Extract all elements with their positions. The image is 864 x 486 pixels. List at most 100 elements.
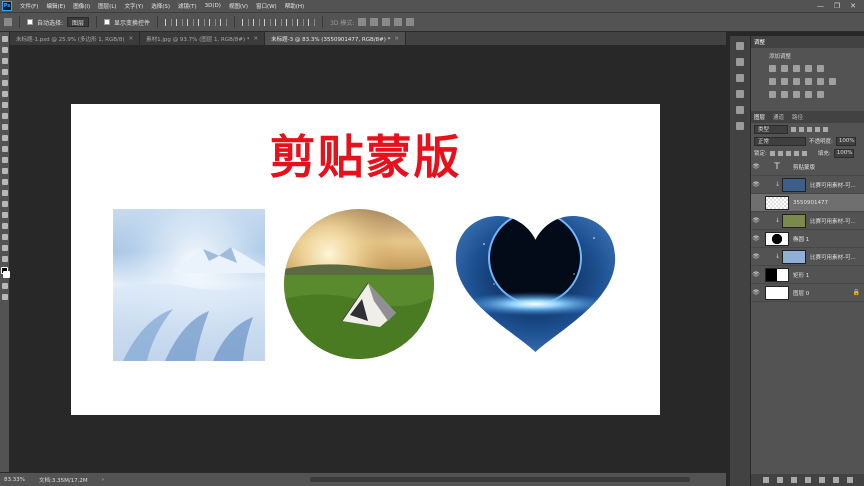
zoom-level[interactable]: 83.33% [4, 477, 25, 483]
layer-row-clipped-1[interactable]: 👁 ↓ 比赛可用素材-可... [751, 176, 864, 194]
gradient-tool-icon[interactable] [1, 157, 8, 163]
menu-3d[interactable]: 3D(D) [201, 3, 225, 9]
brush-tool-icon[interactable] [1, 113, 8, 119]
3d-slide-icon[interactable] [394, 18, 403, 26]
link-layers-icon[interactable] [762, 477, 769, 483]
move-tool-icon[interactable] [4, 18, 12, 26]
align-vcenter-icon[interactable] [176, 18, 184, 26]
menu-select[interactable]: 选择(S) [147, 2, 174, 10]
dodge-tool-icon[interactable] [1, 179, 8, 185]
tab-adjustments[interactable]: 调整 [754, 38, 765, 46]
auto-align-icon[interactable] [308, 18, 316, 26]
add-mask-icon[interactable] [790, 477, 797, 483]
tab-paths[interactable]: 路径 [792, 113, 803, 121]
distribute-right-icon[interactable] [297, 18, 305, 26]
paragraph-panel-icon[interactable] [736, 106, 744, 114]
menu-window[interactable]: 窗口(W) [252, 2, 281, 10]
healing-brush-tool-icon[interactable] [1, 102, 8, 108]
tab-channels[interactable]: 通道 [773, 113, 784, 121]
menu-file[interactable]: 文件(F) [16, 2, 42, 10]
menu-type[interactable]: 文字(Y) [121, 2, 148, 10]
visibility-eye-icon[interactable]: 👁 [751, 253, 761, 260]
horizontal-scrollbar[interactable] [310, 477, 690, 482]
selective-color-icon[interactable] [805, 91, 812, 98]
path-select-tool-icon[interactable] [1, 212, 8, 218]
visibility-eye-icon[interactable]: 👁 [751, 235, 761, 242]
fill-input[interactable]: 100% [833, 148, 854, 158]
exposure-icon[interactable] [805, 65, 812, 72]
menu-image[interactable]: 图像(I) [69, 2, 94, 10]
hue-saturation-icon[interactable] [769, 78, 776, 85]
auto-select-dropdown[interactable]: 图层 [67, 17, 90, 27]
lock-artboard-icon[interactable] [793, 150, 799, 156]
tent-meadow-image[interactable] [284, 209, 434, 359]
posterize-icon[interactable] [781, 91, 788, 98]
layer-row-ellipse[interactable]: 👁 椭圆 1 [751, 230, 864, 248]
brush-presets-icon[interactable] [736, 58, 744, 66]
auto-select-checkbox[interactable] [27, 19, 33, 25]
visibility-eye-icon[interactable]: 👁 [751, 181, 761, 188]
filter-type-icon[interactable] [807, 126, 812, 132]
filter-adjust-icon[interactable] [799, 126, 804, 132]
tab-close-icon[interactable]: ✕ [253, 36, 258, 42]
align-right-icon[interactable] [220, 18, 228, 26]
tab-close-icon[interactable]: ✕ [129, 36, 134, 42]
align-top-icon[interactable] [165, 18, 173, 26]
history-brush-tool-icon[interactable] [1, 135, 8, 141]
lock-position-icon[interactable] [785, 150, 791, 156]
channel-mixer-icon[interactable] [817, 78, 824, 85]
distribute-left-icon[interactable] [275, 18, 283, 26]
visibility-eye-icon[interactable]: 👁 [751, 271, 761, 278]
properties-panel-icon[interactable] [736, 74, 744, 82]
blur-tool-icon[interactable] [1, 168, 8, 174]
background-color-swatch[interactable] [3, 271, 10, 278]
history-panel-icon[interactable] [736, 42, 744, 50]
color-balance-icon[interactable] [781, 78, 788, 85]
opacity-input[interactable]: 100% [835, 136, 856, 146]
menu-view[interactable]: 视图(V) [225, 2, 252, 10]
gradient-map-icon[interactable] [817, 91, 824, 98]
lasso-tool-icon[interactable] [1, 58, 8, 64]
zoom-tool-icon[interactable] [1, 245, 8, 251]
info-panel-icon[interactable] [736, 122, 744, 130]
hand-tool-icon[interactable] [1, 234, 8, 240]
canvas-title-text[interactable]: 剪贴蒙版 [71, 134, 660, 180]
move-tool-icon[interactable] [1, 36, 8, 42]
eraser-tool-icon[interactable] [1, 146, 8, 152]
layer-row-selected[interactable]: 3550901477 [751, 194, 864, 212]
document-tab[interactable]: 素材1.jpg @ 93.7% (图层 1, RGB/8#) * ✕ [140, 32, 266, 45]
shape-tool-icon[interactable] [1, 223, 8, 229]
eyedropper-tool-icon[interactable] [1, 91, 8, 97]
quick-mask-icon[interactable] [1, 283, 8, 289]
document-canvas[interactable]: 剪贴蒙版 [71, 104, 660, 415]
distribute-bottom-icon[interactable] [264, 18, 272, 26]
crop-tool-icon[interactable] [1, 80, 8, 86]
adjustment-layer-icon[interactable] [804, 477, 811, 483]
3d-scale-icon[interactable] [406, 18, 415, 26]
filter-smart-icon[interactable] [823, 126, 828, 132]
lock-paint-icon[interactable] [777, 150, 783, 156]
document-tab[interactable]: 未标题-1.psd @ 25.9% (多边形 1, RGB/8) ✕ [10, 32, 141, 45]
document-tab-active[interactable]: 未标题-3 @ 83.3% (3550901477, RGB/8#) * ✕ [265, 32, 407, 45]
tab-layers[interactable]: 图层 [754, 113, 765, 121]
status-menu-arrow[interactable]: › [102, 477, 104, 483]
layer-row-rectangle[interactable]: 👁 矩形 1 [751, 266, 864, 284]
3d-roll-icon[interactable] [370, 18, 379, 26]
visibility-eye-icon[interactable]: 👁 [751, 289, 761, 296]
layer-row-clipped-3[interactable]: 👁 ↓ 比赛可用素材-可... [751, 248, 864, 266]
snow-landscape-image[interactable] [113, 209, 265, 361]
pen-tool-icon[interactable] [1, 190, 8, 196]
lock-pixels-icon[interactable] [769, 150, 775, 156]
threshold-icon[interactable] [793, 91, 800, 98]
layer-row-background[interactable]: 👁 图层 0 🔒 [751, 284, 864, 302]
menu-layer[interactable]: 图层(L) [94, 2, 120, 10]
minimize-button[interactable]: — [817, 2, 824, 10]
visibility-eye-icon[interactable]: 👁 [751, 163, 761, 170]
clone-stamp-tool-icon[interactable] [1, 124, 8, 130]
filter-shape-icon[interactable] [815, 126, 820, 132]
more-tools-icon[interactable] [1, 256, 8, 262]
quick-select-tool-icon[interactable] [1, 69, 8, 75]
marquee-tool-icon[interactable] [1, 47, 8, 53]
cosmic-heart-image[interactable] [454, 214, 617, 354]
visibility-eye-icon[interactable]: 👁 [751, 217, 761, 224]
